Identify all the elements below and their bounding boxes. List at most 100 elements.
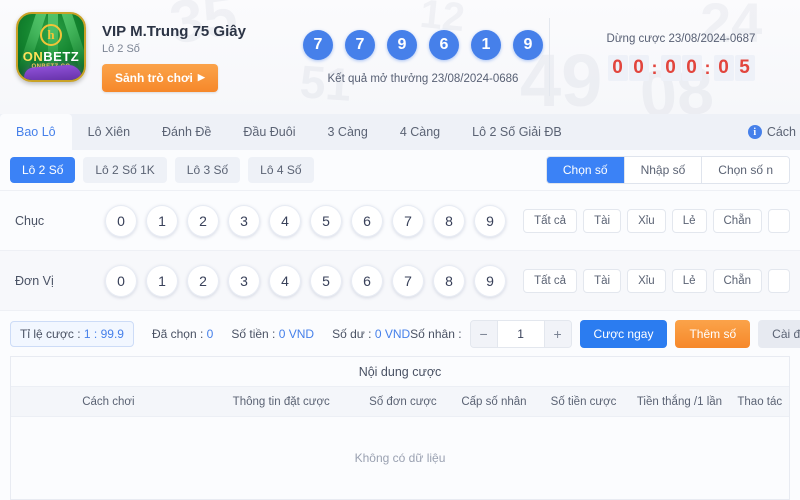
increment-button[interactable]: + xyxy=(544,320,571,347)
result-ball: 9 xyxy=(513,29,543,60)
nav-tab-lo-xien[interactable]: Lô Xiên xyxy=(72,114,146,150)
help-link[interactable]: i Cách xyxy=(747,114,800,150)
result-ball: 6 xyxy=(429,29,459,60)
digit-button[interactable]: 5 xyxy=(310,264,342,297)
bet-panel: Lô 2 Số Lô 2 Số 1K Lô 3 Số Lô 4 Số Chọn … xyxy=(0,150,800,500)
balance-label: Số dư : xyxy=(332,326,372,341)
digit-button[interactable]: 2 xyxy=(187,204,219,237)
column-header-so-tien-cuoc: Số tiền cược xyxy=(550,395,617,408)
digit-button[interactable]: 1 xyxy=(146,264,178,297)
digit-button[interactable]: 0 xyxy=(105,264,137,297)
chosen-count: Đã chọn : 0 xyxy=(152,327,213,341)
multiplier-label: Số nhân : xyxy=(410,326,462,341)
settings-button[interactable]: Cài đặt xyxy=(758,319,800,348)
nav-tab-3-cang[interactable]: 3 Càng xyxy=(312,114,384,150)
bet-now-button[interactable]: Cược ngay xyxy=(579,319,668,348)
digit-button[interactable]: 5 xyxy=(310,204,342,237)
quick-more-button[interactable] xyxy=(768,208,790,233)
game-title-block: VIP M.Trung 75 Giây Lô 2 Số Sảnh trò chơ… xyxy=(102,23,270,92)
multiplier-group: Số nhân : − + Cược ngay Thêm số Cài đặt xyxy=(410,319,800,348)
odds-label: Tỉ lệ cược : xyxy=(20,326,81,341)
nav-tab-4-cang[interactable]: 4 Càng xyxy=(384,114,456,150)
bet-summary-bar: Tỉ lệ cược : 1 : 99.9 Đã chọn : 0 Số tiề… xyxy=(0,310,800,356)
chip-lo-2-so-1k[interactable]: Lô 2 Số 1K xyxy=(83,157,167,183)
digit-button[interactable]: 6 xyxy=(351,264,383,297)
logo-word-betz: BETZ xyxy=(43,49,80,64)
multiplier-input[interactable] xyxy=(496,320,545,347)
onbetz-logo-icon: h ONBETZ ONBETZ.CO xyxy=(16,12,86,82)
quick-tai-button[interactable]: Tài xyxy=(583,268,622,293)
quick-chan-button[interactable]: Chẵn xyxy=(712,208,762,233)
digit-button[interactable]: 4 xyxy=(269,264,301,297)
column-header-so-don-cuoc: Số đơn cược xyxy=(369,395,437,408)
digit-button[interactable]: 6 xyxy=(351,204,383,237)
countdown-timer: 0 0 : 0 0 : 0 5 xyxy=(607,55,755,81)
digit-button[interactable]: 3 xyxy=(228,204,260,237)
column-header-cap-so-nhan: Cấp số nhân xyxy=(461,395,527,408)
digit-button[interactable]: 0 xyxy=(105,204,137,237)
empty-state-text: Không có dữ liệu xyxy=(354,451,446,465)
countdown-block: Dừng cược 23/08/2024-0687 0 0 : 0 0 : 0 … xyxy=(576,33,786,81)
account-balance: Số dư : 0 VND xyxy=(332,327,410,341)
mode-nhap-so[interactable]: Nhập số xyxy=(624,157,703,183)
column-header-thong-tin: Thông tin đặt cược xyxy=(232,395,330,408)
brand-logo[interactable]: h ONBETZ ONBETZ.CO xyxy=(14,12,88,102)
digit-circles-don-vi: 0 1 2 3 4 5 6 7 8 9 xyxy=(105,264,506,297)
digit-button[interactable]: 2 xyxy=(187,264,219,297)
quick-le-button[interactable]: Lẻ xyxy=(671,268,707,293)
digit-button[interactable]: 9 xyxy=(474,204,506,237)
header-divider xyxy=(549,18,550,96)
decrement-button[interactable]: − xyxy=(470,320,497,347)
digit-button[interactable]: 8 xyxy=(433,204,465,237)
page-title: VIP M.Trung 75 Giây xyxy=(102,22,246,40)
nav-tab-bao-lo[interactable]: Bao Lô xyxy=(0,114,72,150)
digit-button[interactable]: 8 xyxy=(433,264,465,297)
result-caption: Kết quả mở thưởng 23/08/2024-0686 xyxy=(327,72,519,85)
odds-value: 1 : 99.9 xyxy=(83,326,124,341)
chip-lo-3-so[interactable]: Lô 3 Số xyxy=(174,157,241,183)
game-lobby-label: Sảnh trò chơi xyxy=(115,70,193,85)
number-row-chuc: Chục 0 1 2 3 4 5 6 7 8 9 Tất cả Tài Xỉu … xyxy=(0,190,800,250)
result-ball: 1 xyxy=(471,29,501,60)
digit-button[interactable]: 4 xyxy=(269,204,301,237)
quick-pick-chuc: Tất cả Tài Xỉu Lẻ Chẵn xyxy=(523,208,790,233)
digit-button[interactable]: 7 xyxy=(392,204,424,237)
quick-xiu-button[interactable]: Xỉu xyxy=(627,268,666,293)
quick-all-button[interactable]: Tất cả xyxy=(523,268,578,293)
quick-more-button[interactable] xyxy=(768,268,790,293)
quick-chan-button[interactable]: Chẵn xyxy=(712,268,762,293)
add-number-button[interactable]: Thêm số xyxy=(675,319,751,348)
nav-tab-danh-de[interactable]: Đánh Đề xyxy=(146,114,227,150)
mode-chon-so-nhanh[interactable]: Chọn số n xyxy=(702,157,789,183)
countdown-digit: 0 xyxy=(628,55,649,81)
quantity-stepper: − + xyxy=(469,319,572,348)
quick-all-button[interactable]: Tất cả xyxy=(523,208,578,233)
logo-wordmark: ONBETZ xyxy=(23,49,79,64)
countdown-digit: 0 xyxy=(607,55,628,81)
page-subtitle: Lô 2 Số xyxy=(102,42,140,55)
result-balls: 7 7 9 6 1 9 xyxy=(303,29,543,60)
quick-xiu-button[interactable]: Xỉu xyxy=(627,208,666,233)
number-row-don-vi: Đơn Vị 0 1 2 3 4 5 6 7 8 9 Tất cả Tài Xỉ… xyxy=(0,250,800,310)
table-body: Không có dữ liệu xyxy=(11,417,789,499)
chip-lo-4-so[interactable]: Lô 4 Số xyxy=(248,157,314,183)
nav-tab-lo-2-so-giai-db[interactable]: Lô 2 Số Giải ĐB xyxy=(456,114,578,150)
digit-button[interactable]: 7 xyxy=(392,264,424,297)
digit-button[interactable]: 1 xyxy=(146,204,178,237)
page-header: 35 49 12 24 08 51 h ONBETZ ONBETZ.CO VIP… xyxy=(0,0,800,114)
game-lobby-button[interactable]: Sảnh trò chơi ▶ xyxy=(102,63,218,92)
result-ball: 7 xyxy=(303,29,333,60)
digit-button[interactable]: 9 xyxy=(474,264,506,297)
nav-tab-dau-duoi[interactable]: Đầu Đuôi xyxy=(227,114,311,150)
digit-button[interactable]: 3 xyxy=(228,264,260,297)
amount-label: Số tiền : xyxy=(231,326,276,341)
info-icon: i xyxy=(747,125,762,139)
mode-chon-so[interactable]: Chọn số xyxy=(546,157,625,183)
digit-circles-chuc: 0 1 2 3 4 5 6 7 8 9 xyxy=(105,204,506,237)
chip-lo-2-so[interactable]: Lô 2 Số xyxy=(10,157,76,183)
chosen-label: Đã chọn : xyxy=(151,326,204,341)
table-title: Nội dung cược xyxy=(11,357,789,387)
table-header-row: Cách chơi Thông tin đặt cược Số đơn cược… xyxy=(11,387,789,417)
quick-tai-button[interactable]: Tài xyxy=(583,208,622,233)
quick-le-button[interactable]: Lẻ xyxy=(671,208,707,233)
